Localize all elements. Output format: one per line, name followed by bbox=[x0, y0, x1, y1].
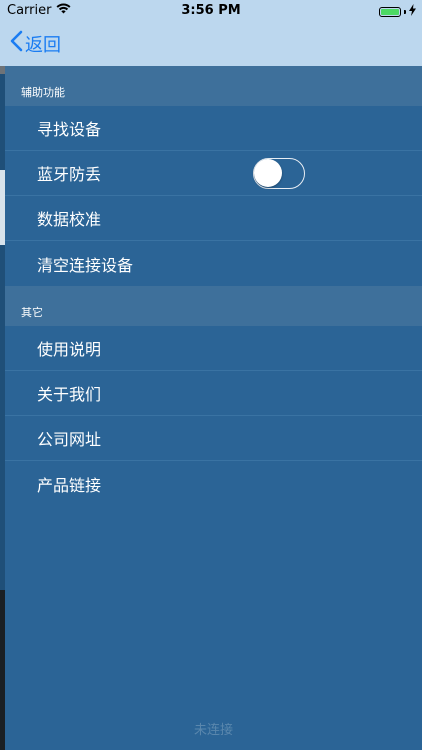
navigation-bar: 返回 bbox=[0, 22, 422, 66]
chevron-left-icon bbox=[10, 30, 23, 57]
menu-item-find-device[interactable]: 寻找设备 bbox=[5, 106, 422, 151]
menu-item-bluetooth-antilost[interactable]: 蓝牙防丢 bbox=[5, 151, 422, 196]
section-header-assist: 辅助功能 bbox=[5, 66, 422, 106]
battery-level-fill bbox=[381, 9, 399, 15]
toggle-knob bbox=[254, 159, 282, 187]
section-header-other: 其它 bbox=[5, 286, 422, 326]
section-other: 使用说明 关于我们 公司网址 产品链接 bbox=[5, 326, 422, 506]
menu-item-label: 关于我们 bbox=[37, 385, 102, 404]
side-menu: 辅助功能 寻找设备 蓝牙防丢 数据校准 清空连接设备 其它 使用说明 关于我们 … bbox=[5, 66, 422, 750]
battery-icon bbox=[379, 7, 401, 17]
battery-cap bbox=[404, 10, 406, 14]
charging-icon bbox=[409, 4, 416, 20]
status-time: 3:56 PM bbox=[181, 3, 241, 18]
back-button[interactable]: 返回 bbox=[10, 30, 61, 57]
menu-item-about-us[interactable]: 关于我们 bbox=[5, 371, 422, 416]
menu-item-label: 使用说明 bbox=[37, 340, 102, 359]
section-assist: 寻找设备 蓝牙防丢 数据校准 清空连接设备 bbox=[5, 106, 422, 286]
menu-item-label: 寻找设备 bbox=[37, 120, 102, 139]
status-right bbox=[379, 4, 416, 20]
connection-status: 未连接 bbox=[193, 723, 233, 738]
menu-item-company-website[interactable]: 公司网址 bbox=[5, 416, 422, 461]
menu-item-product-link[interactable]: 产品链接 bbox=[5, 461, 422, 506]
menu-item-instructions[interactable]: 使用说明 bbox=[5, 326, 422, 371]
menu-item-label: 蓝牙防丢 bbox=[37, 165, 102, 184]
menu-item-label: 清空连接设备 bbox=[37, 255, 134, 275]
status-bar: Carrier 3:56 PM bbox=[0, 0, 422, 22]
top-bar: Carrier 3:56 PM 返回 bbox=[0, 0, 422, 66]
screen: Carrier 3:56 PM 返回 辅助功能 寻找设备 蓝牙防丢 数据校准 清… bbox=[0, 0, 422, 750]
bluetooth-antilost-toggle[interactable] bbox=[253, 158, 305, 189]
menu-item-label: 产品链接 bbox=[37, 475, 102, 495]
menu-item-data-calibration[interactable]: 数据校准 bbox=[5, 196, 422, 241]
menu-item-label: 数据校准 bbox=[37, 210, 102, 229]
menu-item-clear-devices[interactable]: 清空连接设备 bbox=[5, 241, 422, 286]
menu-item-label: 公司网址 bbox=[37, 430, 102, 449]
back-label: 返回 bbox=[25, 34, 61, 56]
